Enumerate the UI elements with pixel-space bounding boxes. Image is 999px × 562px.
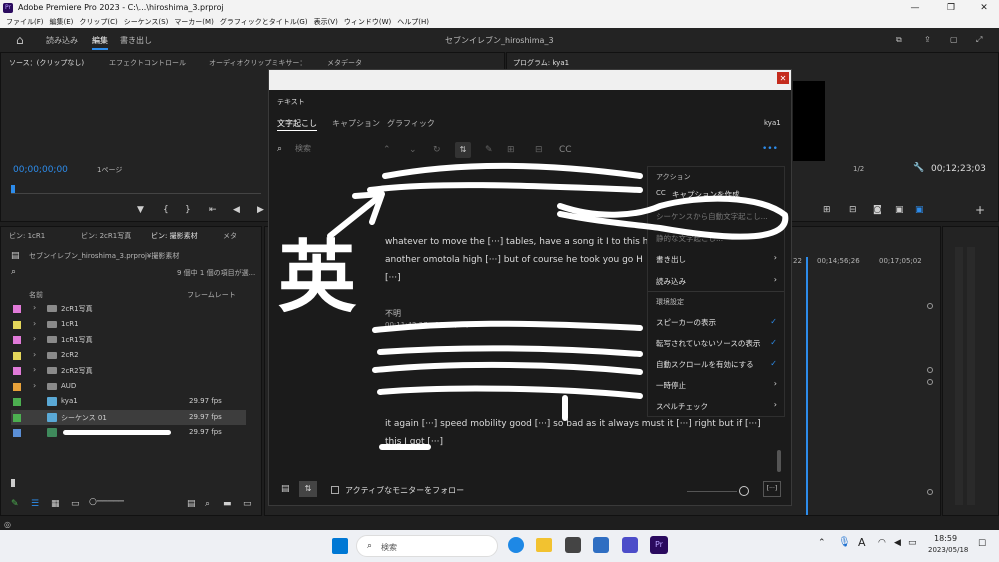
taskbar-search-placeholder: 検索 bbox=[381, 543, 397, 552]
clock-date[interactable]: 2023/05/18 bbox=[928, 546, 968, 554]
scribble-line-6 bbox=[377, 385, 643, 399]
app-icon-2[interactable] bbox=[593, 537, 609, 553]
ime-indicator[interactable]: A bbox=[858, 536, 866, 549]
scribble-line-5 bbox=[372, 361, 643, 375]
app-icon-1[interactable] bbox=[565, 537, 581, 553]
search-icon: ⌕ bbox=[367, 541, 373, 551]
file-explorer-icon[interactable] bbox=[536, 538, 552, 552]
start-icon[interactable] bbox=[332, 538, 348, 554]
notification-icon[interactable]: ☐ bbox=[978, 539, 986, 549]
circle-highlight bbox=[557, 195, 789, 240]
status-icon: ◎ bbox=[4, 520, 11, 529]
scribble-line-1 bbox=[382, 162, 643, 179]
edge-icon[interactable] bbox=[508, 537, 524, 553]
mic-icon[interactable]: 🎙 bbox=[838, 537, 851, 548]
taskbar: ⌕ 検索 Pr ⌃ 🎙 A ◠ ◀ ▭ 18:59 2023/05/18 ☐ bbox=[0, 530, 999, 562]
wifi-icon[interactable]: ◠ bbox=[878, 538, 886, 548]
taskbar-search-box[interactable]: ⌕ 検索 bbox=[356, 535, 498, 557]
clock-time[interactable]: 18:59 bbox=[934, 534, 957, 543]
premiere-taskbar-icon[interactable]: Pr bbox=[650, 536, 668, 554]
scribble-line-2 bbox=[367, 182, 643, 193]
scribble-line-3 bbox=[372, 320, 643, 333]
handwritten-glyph: 英 bbox=[278, 233, 357, 323]
tray-chevron-icon[interactable]: ⌃ bbox=[818, 538, 826, 548]
scribble-line-4 bbox=[377, 345, 643, 357]
handwritten-annotations: 英 bbox=[278, 162, 789, 450]
battery-icon[interactable]: ▭ bbox=[908, 538, 917, 548]
app-icon-3[interactable] bbox=[622, 537, 638, 553]
volume-icon[interactable]: ◀ bbox=[894, 538, 901, 548]
